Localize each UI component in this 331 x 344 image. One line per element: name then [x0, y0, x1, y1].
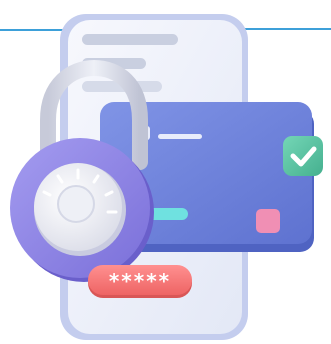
- illustration-canvas: *****: [0, 14, 331, 340]
- card-chip: [256, 209, 280, 233]
- password-field-icon: *****: [88, 265, 192, 298]
- card-number-line: [158, 134, 202, 139]
- placeholder-line: [82, 34, 178, 45]
- check-badge-icon: [283, 136, 323, 176]
- security-illustration: *****: [0, 0, 331, 344]
- password-mask-text: *****: [109, 269, 171, 293]
